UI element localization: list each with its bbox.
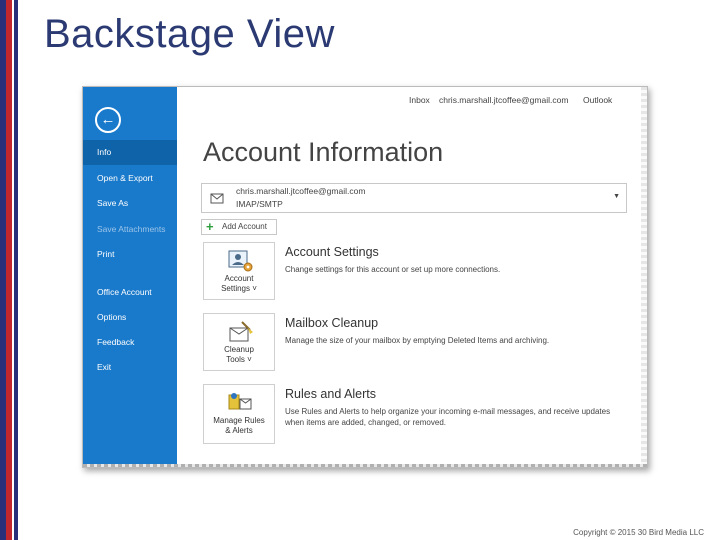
tile-label: & Alerts (225, 426, 253, 435)
nav-item-feedback[interactable]: Feedback (83, 330, 177, 355)
copyright-notice: Copyright © 2015 30 Bird Media LLC (573, 528, 704, 537)
nav-item-open-export[interactable]: Open & Export (83, 166, 177, 191)
nav-item-print[interactable]: Print (83, 242, 177, 267)
section-description: Use Rules and Alerts to help organize yo… (285, 407, 611, 427)
account-settings-button[interactable]: Account Settings ˅ (203, 242, 275, 300)
slide-title: Backstage View (44, 12, 335, 56)
nav-item-office-account[interactable]: Office Account (83, 280, 177, 305)
nav-item-save-as[interactable]: Save As (83, 191, 177, 216)
section-title: Rules and Alerts (285, 387, 377, 401)
nav-item-exit[interactable]: Exit (83, 355, 177, 380)
torn-edge-right (641, 87, 647, 467)
manage-rules-alerts-button[interactable]: Manage Rules & Alerts (203, 384, 275, 444)
add-account-button[interactable]: + Add Account (201, 219, 277, 235)
section-description: Change settings for this account or set … (285, 265, 501, 274)
title-bar: Inbox chris.marshall.jtcoffee@gmail.com … (177, 93, 647, 109)
tile-label: Cleanup (224, 345, 254, 354)
cleanup-tools-icon (229, 321, 253, 342)
rules-alerts-icon (228, 393, 252, 410)
tile-label: Manage Rules (213, 416, 265, 425)
section-title: Mailbox Cleanup (285, 316, 379, 330)
outlook-backstage-window: ← Info Open & Export Save As Save Attach… (82, 86, 648, 468)
tile-label: Settings ˅ (221, 284, 257, 293)
chevron-down-icon: ▼ (613, 193, 620, 200)
folder-name: Inbox (409, 95, 430, 105)
back-arrow-button[interactable]: ← (95, 107, 121, 133)
nav-item-info[interactable]: Info (83, 140, 177, 165)
section-description: Manage the size of your mailbox by empty… (285, 336, 550, 345)
account-email: chris.marshall.jtcoffee@gmail.com (439, 95, 569, 105)
nav-item-save-attachments: Save Attachments (97, 224, 166, 234)
mail-account-icon (210, 193, 224, 204)
account-dropdown[interactable]: chris.marshall.jtcoffee@gmail.com IMAP/S… (201, 183, 627, 213)
nav-item-options[interactable]: Options (83, 305, 177, 330)
backstage-sidebar: ← Info Open & Export Save As Save Attach… (83, 87, 177, 467)
account-type-value: IMAP/SMTP (236, 199, 283, 209)
tile-label: Tools ˅ (226, 355, 252, 364)
account-settings-icon (228, 250, 253, 272)
torn-edge-bottom (83, 464, 647, 467)
plus-icon: + (206, 219, 214, 234)
slide-accent-bar (0, 0, 18, 540)
add-account-label: Add Account (222, 222, 267, 231)
tile-label: Account (224, 274, 254, 283)
app-name: Outlook (583, 95, 613, 105)
section-title: Account Settings (285, 245, 379, 259)
cleanup-tools-button[interactable]: Cleanup Tools ˅ (203, 313, 275, 371)
page-title: Account Information (203, 137, 444, 167)
account-email-value: chris.marshall.jtcoffee@gmail.com (236, 186, 366, 196)
